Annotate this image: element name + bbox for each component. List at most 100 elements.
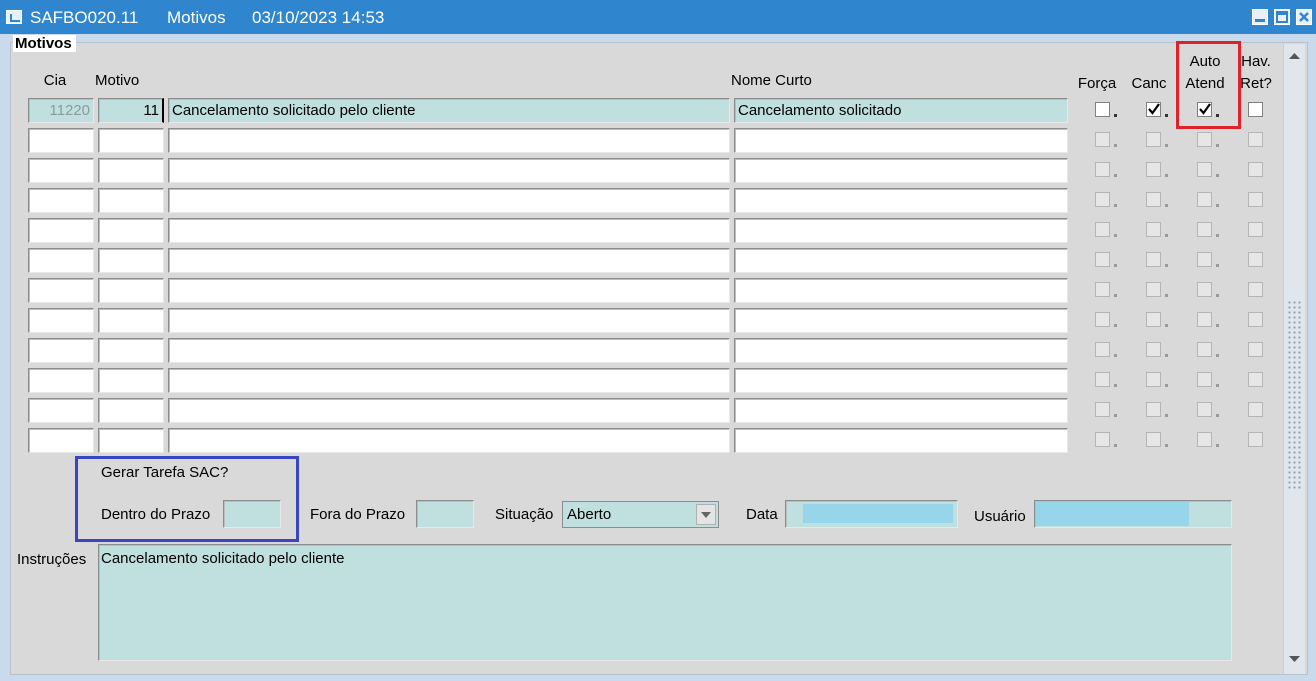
cell-cia[interactable]: [28, 158, 94, 183]
checkbox-hav-ret[interactable]: [1248, 192, 1263, 207]
cell-descricao[interactable]: [168, 428, 730, 453]
checkbox-forca[interactable]: [1095, 312, 1110, 327]
cell-motivo[interactable]: [98, 158, 164, 183]
cell-motivo[interactable]: [98, 428, 164, 453]
checkbox-auto-atend[interactable]: [1197, 222, 1212, 237]
checkbox-forca[interactable]: [1095, 372, 1110, 387]
checkbox-canc[interactable]: [1146, 162, 1161, 177]
cell-nome-curto[interactable]: [734, 398, 1068, 423]
checkbox-auto-atend[interactable]: [1197, 192, 1212, 207]
checkbox-hav-ret[interactable]: [1248, 162, 1263, 177]
cell-motivo[interactable]: [98, 368, 164, 393]
checkbox-hav-ret[interactable]: [1248, 102, 1263, 117]
cell-motivo[interactable]: [98, 308, 164, 333]
cell-descricao[interactable]: Cancelamento solicitado pelo cliente: [168, 98, 730, 123]
cell-nome-curto[interactable]: [734, 278, 1068, 303]
cell-descricao[interactable]: [168, 368, 730, 393]
checkbox-hav-ret[interactable]: [1248, 282, 1263, 297]
checkbox-forca[interactable]: [1095, 222, 1110, 237]
checkbox-hav-ret[interactable]: [1248, 252, 1263, 267]
cell-cia[interactable]: 11220: [28, 98, 94, 123]
cell-cia[interactable]: [28, 218, 94, 243]
scroll-thumb[interactable]: [1287, 300, 1303, 490]
situacao-dropdown-button[interactable]: [696, 504, 716, 525]
checkbox-forca[interactable]: [1095, 342, 1110, 357]
situacao-select[interactable]: Aberto: [562, 501, 719, 528]
checkbox-forca[interactable]: [1095, 192, 1110, 207]
cell-nome-curto[interactable]: [734, 338, 1068, 363]
checkbox-auto-atend[interactable]: [1197, 342, 1212, 357]
cell-motivo[interactable]: [98, 248, 164, 273]
cell-cia[interactable]: [28, 128, 94, 153]
checkbox-hav-ret[interactable]: [1248, 432, 1263, 447]
checkbox-canc[interactable]: [1146, 222, 1161, 237]
cell-nome-curto[interactable]: [734, 248, 1068, 273]
checkbox-forca[interactable]: [1095, 102, 1110, 117]
cell-nome-curto[interactable]: [734, 368, 1068, 393]
cell-nome-curto[interactable]: [734, 158, 1068, 183]
checkbox-canc[interactable]: [1146, 252, 1161, 267]
checkbox-auto-atend[interactable]: [1197, 162, 1212, 177]
cell-cia[interactable]: [28, 398, 94, 423]
checkbox-forca[interactable]: [1095, 132, 1110, 147]
minimize-button[interactable]: [1252, 9, 1268, 25]
checkbox-auto-atend[interactable]: [1197, 432, 1212, 447]
checkbox-auto-atend[interactable]: [1197, 282, 1212, 297]
fora-prazo-input[interactable]: [416, 500, 474, 528]
cell-motivo[interactable]: [98, 278, 164, 303]
checkbox-hav-ret[interactable]: [1248, 312, 1263, 327]
checkbox-hav-ret[interactable]: [1248, 342, 1263, 357]
checkbox-forca[interactable]: [1095, 162, 1110, 177]
checkbox-forca[interactable]: [1095, 252, 1110, 267]
cell-cia[interactable]: [28, 248, 94, 273]
cell-motivo[interactable]: [98, 218, 164, 243]
checkbox-hav-ret[interactable]: [1248, 372, 1263, 387]
cell-cia[interactable]: [28, 278, 94, 303]
cell-nome-curto[interactable]: [734, 218, 1068, 243]
cell-nome-curto[interactable]: [734, 188, 1068, 213]
cell-descricao[interactable]: [168, 158, 730, 183]
checkbox-forca[interactable]: [1095, 402, 1110, 417]
maximize-button[interactable]: [1274, 9, 1290, 25]
checkbox-canc[interactable]: [1146, 132, 1161, 147]
checkbox-canc[interactable]: [1146, 102, 1161, 117]
cell-descricao[interactable]: [168, 278, 730, 303]
vertical-scrollbar[interactable]: [1283, 44, 1305, 674]
cell-motivo[interactable]: [98, 338, 164, 363]
checkbox-canc[interactable]: [1146, 312, 1161, 327]
cell-motivo[interactable]: [98, 128, 164, 153]
checkbox-auto-atend[interactable]: [1197, 312, 1212, 327]
checkbox-canc[interactable]: [1146, 342, 1161, 357]
checkbox-hav-ret[interactable]: [1248, 222, 1263, 237]
close-button[interactable]: [1296, 9, 1312, 25]
cell-cia[interactable]: [28, 188, 94, 213]
cell-nome-curto[interactable]: [734, 128, 1068, 153]
cell-nome-curto[interactable]: [734, 308, 1068, 333]
cell-descricao[interactable]: [168, 248, 730, 273]
checkbox-canc[interactable]: [1146, 402, 1161, 417]
checkbox-canc[interactable]: [1146, 372, 1161, 387]
checkbox-hav-ret[interactable]: [1248, 132, 1263, 147]
cell-motivo[interactable]: [98, 188, 164, 213]
checkbox-canc[interactable]: [1146, 432, 1161, 447]
data-input[interactable]: [785, 500, 958, 528]
cell-motivo[interactable]: 11: [98, 98, 164, 123]
cell-descricao[interactable]: [168, 128, 730, 153]
checkbox-canc[interactable]: [1146, 192, 1161, 207]
instrucoes-textarea[interactable]: Cancelamento solicitado pelo cliente: [98, 544, 1232, 661]
checkbox-auto-atend[interactable]: [1197, 402, 1212, 417]
scroll-down-icon[interactable]: [1286, 650, 1303, 667]
app-icon[interactable]: [6, 10, 22, 24]
cell-motivo[interactable]: [98, 398, 164, 423]
checkbox-forca[interactable]: [1095, 282, 1110, 297]
scroll-up-icon[interactable]: [1286, 48, 1303, 65]
checkbox-auto-atend[interactable]: [1197, 252, 1212, 267]
cell-cia[interactable]: [28, 428, 94, 453]
cell-nome-curto[interactable]: [734, 428, 1068, 453]
cell-nome-curto[interactable]: Cancelamento solicitado: [734, 98, 1068, 123]
usuario-input[interactable]: [1034, 500, 1232, 528]
cell-cia[interactable]: [28, 368, 94, 393]
cell-cia[interactable]: [28, 338, 94, 363]
checkbox-forca[interactable]: [1095, 432, 1110, 447]
checkbox-hav-ret[interactable]: [1248, 402, 1263, 417]
